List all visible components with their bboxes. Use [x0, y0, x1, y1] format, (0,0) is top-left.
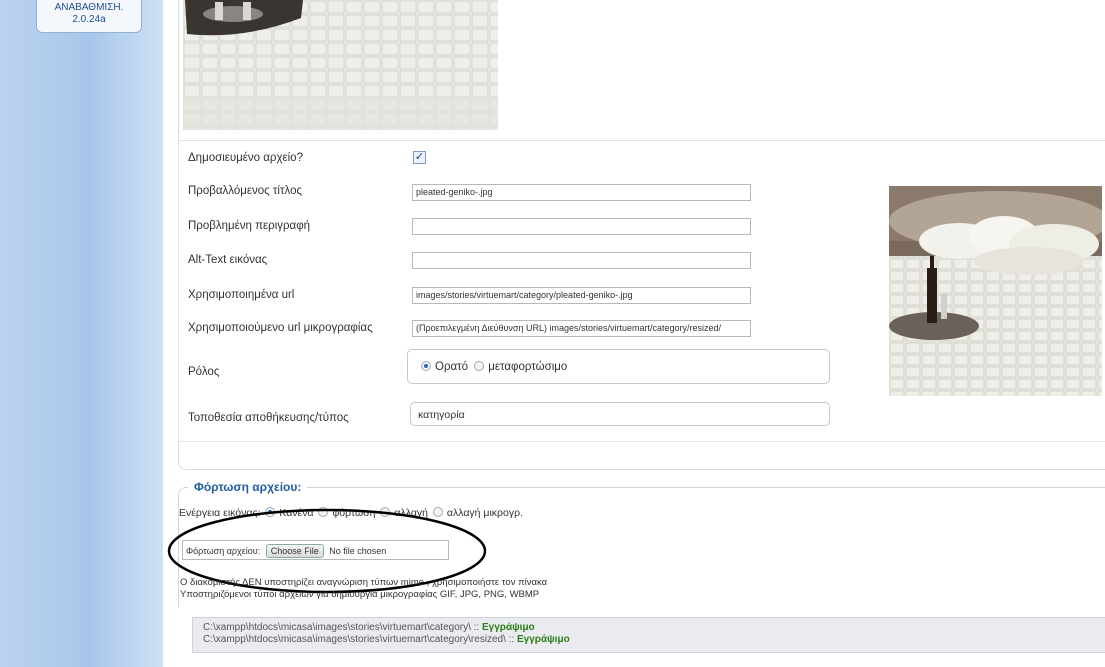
role-options-box: Ορατό μεταφορτώσιμο [407, 349, 830, 384]
upload-legend: Φόρτωση αρχείου: [188, 480, 308, 494]
category-path: C:\xampp\htdocs\micasa\images\stories\vi… [203, 622, 482, 633]
category-path-row: C:\xampp\htdocs\micasa\images\stories\vi… [203, 622, 1095, 634]
url-label: Χρησιμοποιημένα url [188, 289, 295, 301]
role-download-radio[interactable] [474, 361, 485, 371]
file-upload-field: Φόρτωση αρχείου: Choose File No file cho… [182, 540, 449, 560]
thumbnail-url-input[interactable]: (Προεπιλεγμένη Διεύθυνση URL) images/sto… [412, 320, 751, 337]
image-action-label: Ενέργεια εικόνας: [179, 507, 261, 519]
version-label: ΑΝΑΒΑΘΜΙΣΗ. [54, 2, 124, 13]
resized-path-status: Εγγράψιμο [517, 634, 570, 645]
published-label: Δημοσιευμένο αρχείο? [188, 152, 303, 164]
action-replace-thumb-radio[interactable] [432, 507, 443, 517]
action-replace-thumb-label: αλλαγή μικρογρ. [446, 507, 523, 519]
role-visible-label: Ορατό [435, 361, 469, 373]
description-label: Προβλημένη περιγραφή [188, 220, 311, 232]
file-upload-label: Φόρτωση αρχείου: [186, 546, 261, 556]
image-action-row: Ενέργεια εικόνας: Κανένα φόρτωση αλλαγή … [179, 507, 523, 519]
role-visible-radio[interactable] [421, 361, 431, 371]
resized-path-row: C:\xampp\htdocs\micasa\images\stories\vi… [203, 634, 1095, 646]
version-number: 2.0.24a [72, 14, 106, 25]
role-label: Ρόλος [188, 366, 220, 378]
storage-label: Τοποθεσία αποθήκευσης/τύπος [188, 412, 349, 424]
directory-status-box: C:\xampp\htdocs\micasa\images\stories\vi… [192, 617, 1105, 653]
resized-path: C:\xampp\htdocs\micasa\images\stories\vi… [203, 634, 518, 645]
mime-support-note: Ο διακομιστής ΔΕΝ υποστηρίζει αναγνώριση… [180, 577, 548, 588]
action-replace-label: αλλαγή [394, 507, 428, 519]
thumbnail-url-label: Χρησιμοποιούμενο url μικρογραφίας [188, 322, 373, 334]
no-file-chosen-text: No file chosen [329, 546, 387, 556]
displayed-title-label: Προβαλλόμενος τίτλος [188, 185, 303, 197]
action-none-label: Κανένα [279, 507, 314, 519]
action-replace-radio[interactable] [380, 507, 391, 517]
version-badge[interactable]: ΑΝΑΒΑΘΜΙΣΗ. 2.0.24a [36, 0, 142, 33]
alt-text-input[interactable] [412, 252, 751, 269]
description-input[interactable] [412, 218, 751, 235]
thumbnail-types-note: Υποστηριζόμενοι τύποι αρχείων για δημιου… [180, 589, 540, 600]
category-path-status: Εγγράψιμο [482, 622, 535, 633]
displayed-title-input[interactable]: pleated-geniko-.jpg [412, 184, 751, 201]
action-none-radio[interactable] [265, 507, 276, 517]
url-input[interactable]: images/stories/virtuemart/category/pleat… [412, 287, 751, 304]
action-upload-radio[interactable] [318, 507, 329, 517]
left-sidebar: ΑΝΑΒΑΘΜΙΣΗ. 2.0.24a [0, 0, 163, 667]
action-upload-label: φόρτωση [332, 507, 376, 519]
alt-text-label: Alt-Text εικόνας [188, 254, 268, 266]
published-checkbox[interactable]: ✓ [413, 151, 426, 164]
file-thumbnail-preview [889, 186, 1102, 396]
role-download-label: μεταφορτώσιμο [488, 361, 568, 373]
storage-type-field[interactable]: κατηγορία [410, 402, 830, 426]
category-image-preview [183, 0, 498, 130]
choose-file-button[interactable]: Choose File [265, 544, 324, 558]
